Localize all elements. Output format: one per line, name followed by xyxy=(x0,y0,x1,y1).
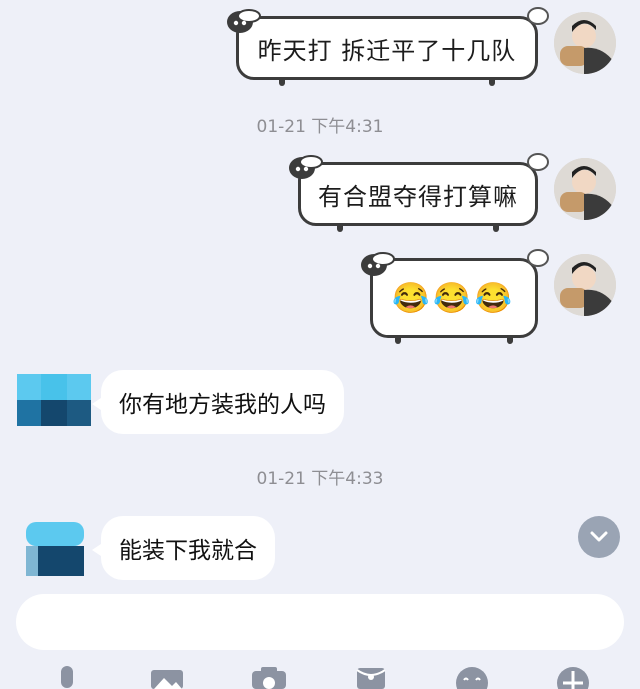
image-icon[interactable] xyxy=(150,664,184,689)
plus-icon[interactable] xyxy=(556,664,590,689)
message-text: 😂😂😂 xyxy=(391,280,517,316)
message-input[interactable] xyxy=(16,594,624,650)
message-text: 能装下我就合 xyxy=(119,538,257,564)
self-avatar[interactable] xyxy=(554,12,616,74)
emoji-icon[interactable] xyxy=(455,664,489,689)
timestamp: 01-21 下午4:31 xyxy=(256,117,384,137)
contact-avatar[interactable] xyxy=(17,374,91,426)
microphone-icon[interactable] xyxy=(52,664,82,689)
sheep-head-icon xyxy=(227,9,261,33)
sheep-head-icon xyxy=(289,155,323,179)
self-avatar[interactable] xyxy=(554,158,616,220)
puff-icon xyxy=(527,7,549,25)
outgoing-message-bubble[interactable]: 有合盟夺得打算嘛 xyxy=(298,153,549,232)
camera-icon[interactable] xyxy=(251,664,287,689)
message-text: 有合盟夺得打算嘛 xyxy=(318,182,518,211)
incoming-message-bubble[interactable]: 能装下我就合 xyxy=(92,516,275,580)
sheep-head-icon xyxy=(361,252,395,276)
puff-icon xyxy=(527,153,549,171)
puff-icon xyxy=(527,249,549,267)
timestamp: 01-21 下午4:33 xyxy=(256,469,384,489)
message-text: 昨天打 拆迁平了十几队 xyxy=(257,36,517,65)
incoming-message-bubble[interactable]: 你有地方装我的人吗 xyxy=(92,370,344,434)
scroll-to-bottom-button[interactable] xyxy=(578,516,620,558)
message-text: 你有地方装我的人吗 xyxy=(119,392,326,418)
red-packet-icon[interactable] xyxy=(355,664,387,689)
self-avatar[interactable] xyxy=(554,254,616,316)
chevron-down-icon xyxy=(590,531,608,542)
outgoing-message-bubble[interactable]: 昨天打 拆迁平了十几队 xyxy=(236,7,549,86)
contact-avatar[interactable] xyxy=(24,520,86,576)
